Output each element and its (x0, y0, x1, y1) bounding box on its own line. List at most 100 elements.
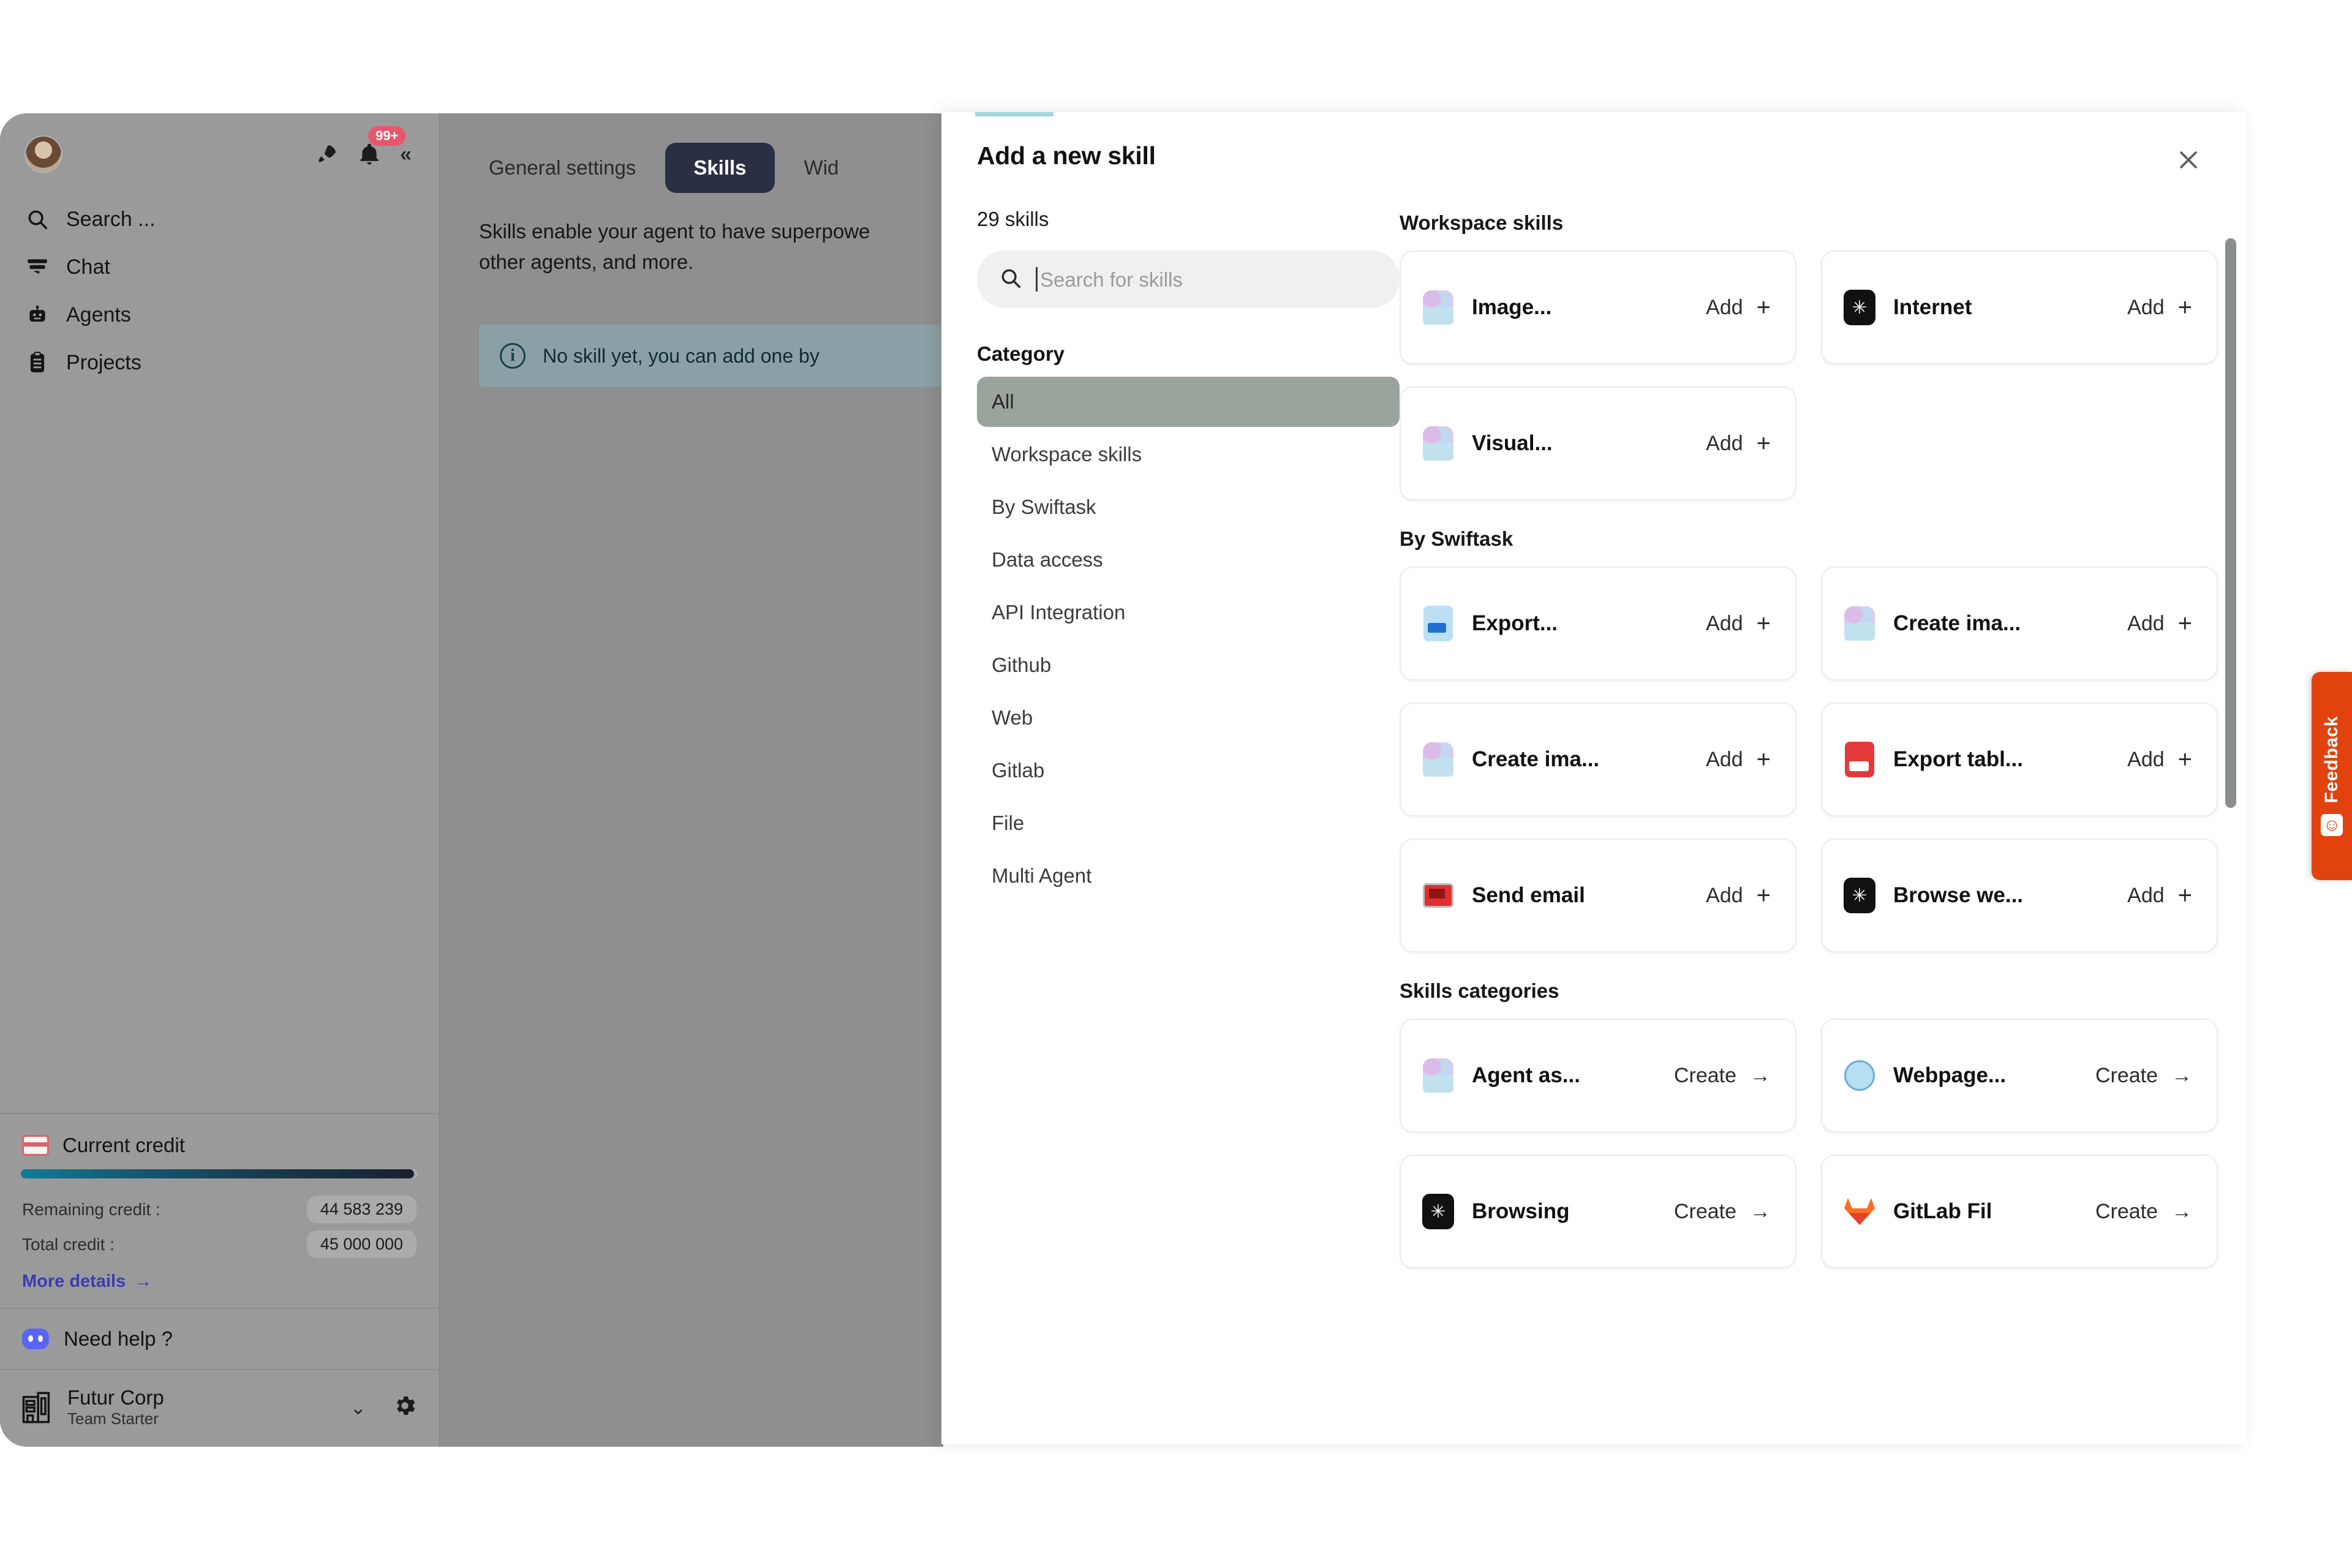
more-details-link[interactable]: More details → (18, 1262, 420, 1304)
credit-progress-fill (21, 1169, 414, 1179)
total-credit-row: Total credit : 45 000 000 (18, 1227, 420, 1262)
add-skill-button[interactable]: Add + (1706, 883, 1771, 908)
feedback-tab[interactable]: Feedback ☺ (2312, 672, 2352, 880)
plus-icon: + (2177, 610, 2192, 637)
category-item-api-integration[interactable]: API Integration (977, 587, 1375, 638)
plus-icon: + (2177, 882, 2192, 909)
plus-icon: + (2177, 746, 2192, 773)
sidebar-item-search[interactable]: Search ... (0, 198, 439, 241)
rocket-icon[interactable] (314, 142, 339, 167)
category-item-file[interactable]: File (977, 798, 1375, 848)
modal-scrollbar-thumb[interactable] (2225, 238, 2236, 808)
credit-card-icon (22, 1135, 49, 1156)
sidebar-item-projects[interactable]: Projects (0, 341, 439, 384)
excel-doc-icon (1843, 742, 1876, 777)
skill-name: Visual... (1472, 431, 1553, 455)
category-item-data-access[interactable]: Data access (977, 535, 1375, 585)
plus-icon: + (1756, 294, 1771, 321)
add-skill-button[interactable]: Add + (2127, 746, 2192, 773)
skill-card[interactable]: Create ima... Add + (1400, 703, 1796, 816)
skill-card[interactable]: ✳ Internet Add + (1821, 251, 2218, 364)
category-item-by-swiftask[interactable]: By Swiftask (977, 482, 1375, 532)
avatar[interactable] (24, 135, 62, 173)
add-skill-button[interactable]: Add + (2127, 610, 2192, 637)
skill-card[interactable]: GitLab Fil Create → (1821, 1155, 2218, 1268)
bell-icon (357, 142, 382, 167)
action-label: Add (2127, 611, 2165, 635)
create-skill-button[interactable]: Create → (1674, 1200, 1771, 1224)
search-placeholder: Search for skills (1040, 268, 1183, 291)
category-item-gitlab[interactable]: Gitlab (977, 745, 1375, 796)
search-input[interactable]: Search for skills (1036, 267, 1183, 292)
workspace-skills-grid: Image... Add + ✳ Internet Add + Visual..… (1400, 251, 2218, 500)
skill-card[interactable]: Export tabl... Add + (1821, 703, 2218, 816)
skill-name: Create ima... (1893, 611, 2021, 635)
add-skill-button[interactable]: Add + (2127, 295, 2192, 320)
tab-widget[interactable]: Wid (793, 144, 850, 192)
skill-card-left: Image... (1422, 290, 1551, 325)
category-item-multi-agent[interactable]: Multi Agent (977, 851, 1375, 901)
skill-card-left: Export tabl... (1843, 742, 2023, 777)
arrow-right-icon: → (1750, 1199, 1771, 1223)
section-label-skills-categories: Skills categories (1400, 979, 1559, 1002)
add-skill-button[interactable]: Add + (1706, 611, 1771, 636)
skills-count: 29 skills (977, 208, 1049, 230)
skill-card[interactable]: ✳ Browse we... Add + (1821, 839, 2218, 952)
add-skill-button[interactable]: Add + (2127, 882, 2192, 909)
skill-card[interactable]: Export... Add + (1400, 567, 1796, 680)
tab-skills[interactable]: Skills (665, 143, 775, 193)
close-icon[interactable] (2175, 146, 2202, 173)
workspace-switcher[interactable]: Futur Corp Team Starter ⌄ (0, 1369, 439, 1447)
skill-card[interactable]: Create ima... Add + (1821, 567, 2218, 680)
tab-general-settings[interactable]: General settings (478, 144, 647, 192)
credit-header: Current credit (18, 1125, 420, 1168)
credit-title: Current credit (62, 1134, 185, 1157)
skill-card-left: Create ima... (1422, 742, 1599, 777)
internet-icon: ✳ (1422, 1194, 1455, 1229)
create-skill-button[interactable]: Create → (1674, 1064, 1771, 1088)
gitlab-icon (1843, 1194, 1876, 1229)
create-skill-button[interactable]: Create → (2095, 1200, 2192, 1224)
category-item-web[interactable]: Web (977, 693, 1375, 743)
internet-icon: ✳ (1843, 878, 1876, 913)
notifications-bell[interactable]: 99+ (357, 126, 406, 167)
add-skill-button[interactable]: Add + (1706, 430, 1771, 457)
action-label: Add (1706, 883, 1743, 907)
skill-card[interactable]: ✳ Browsing Create → (1400, 1155, 1796, 1268)
skill-card[interactable]: Send email Add + (1400, 839, 1796, 952)
chevron-down-icon[interactable]: ⌄ (350, 1396, 366, 1419)
add-skill-button[interactable]: Add + (1706, 294, 1771, 321)
category-item-github[interactable]: Github (977, 640, 1375, 690)
action-label: Add (2127, 295, 2165, 319)
discord-icon (22, 1329, 49, 1350)
action-label: Add (2127, 747, 2165, 771)
sidebar-item-chat[interactable]: Chat (0, 246, 439, 288)
category-item-workspace-skills[interactable]: Workspace skills (977, 429, 1375, 480)
create-skill-button[interactable]: Create → (2095, 1064, 2192, 1088)
modal-title: Add a new skill (977, 141, 1156, 170)
gear-icon[interactable] (392, 1393, 418, 1422)
sidebar-item-agents[interactable]: Agents (0, 293, 439, 336)
remaining-credit-value: 44 583 239 (306, 1196, 417, 1224)
skill-card[interactable]: Image... Add + (1400, 251, 1796, 364)
skill-card[interactable]: Visual... Add + (1400, 386, 1796, 500)
internet-icon: ✳ (1843, 290, 1876, 325)
skill-card[interactable]: Webpage... Create → (1821, 1019, 2218, 1133)
plus-icon: + (1756, 746, 1771, 773)
action-label: Add (1706, 747, 1743, 771)
arrow-right-icon: → (2171, 1199, 2192, 1223)
skill-card[interactable]: Agent as... Create → (1400, 1019, 1796, 1133)
need-help-button[interactable]: Need help ? (0, 1308, 439, 1369)
app-window: 99+ « Search ... Chat Agents Projects Cu… (0, 113, 943, 1447)
category-item-all[interactable]: All (977, 377, 1400, 427)
need-help-label: Need help ? (64, 1327, 173, 1351)
robot-icon (1422, 290, 1455, 325)
plus-icon: + (1756, 430, 1771, 457)
action-label: Add (1706, 611, 1743, 635)
skill-name: Create ima... (1472, 747, 1600, 771)
add-skill-button[interactable]: Add + (1706, 746, 1771, 773)
action-label: Create (2095, 1063, 2158, 1087)
search-skills-field[interactable]: Search for skills (977, 251, 1400, 308)
skill-name: Agent as... (1472, 1063, 1580, 1087)
collapse-sidebar-icon[interactable]: « (400, 144, 412, 165)
